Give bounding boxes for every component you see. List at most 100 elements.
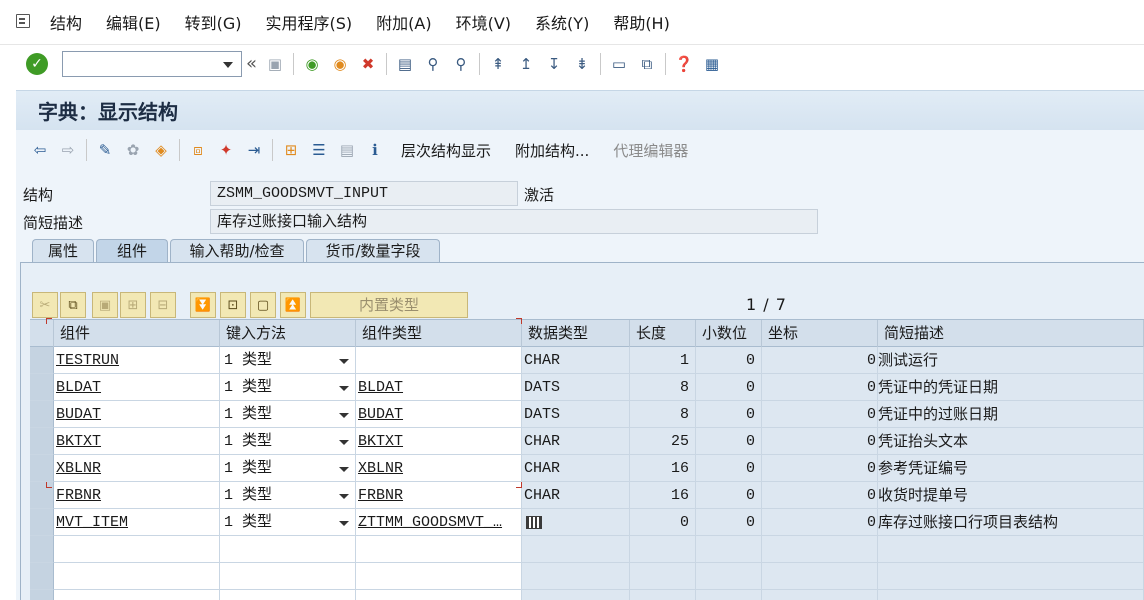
- cell-component-type[interactable]: ZTTMM_GOODSMVT_…: [356, 509, 522, 536]
- cell-component[interactable]: TESTRUN: [54, 347, 220, 374]
- command-dropdown-icon[interactable]: [223, 61, 233, 68]
- dropdown-arrow-icon[interactable]: [339, 386, 349, 391]
- menu-environment[interactable]: 环境(V): [456, 10, 511, 34]
- col-length[interactable]: 长度: [630, 320, 696, 347]
- cell-typing-method[interactable]: 1 类型: [220, 482, 356, 509]
- menu-system[interactable]: 系统(Y): [535, 10, 589, 34]
- empty-row[interactable]: [30, 563, 1144, 590]
- dropdown-arrow-icon[interactable]: [339, 440, 349, 445]
- row-selector[interactable]: [30, 536, 54, 563]
- cell-component-type[interactable]: BLDAT: [356, 374, 522, 401]
- cell-typing-method[interactable]: 1 类型: [220, 401, 356, 428]
- shortcut-icon[interactable]: ⧉: [635, 52, 659, 76]
- command-field[interactable]: [62, 50, 242, 77]
- collapse-icon[interactable]: ⏫: [280, 292, 306, 318]
- col-data-type[interactable]: 数据类型: [522, 320, 630, 347]
- row-selector-header[interactable]: [30, 320, 54, 347]
- save-icon[interactable]: ▣: [263, 52, 287, 76]
- hierarchy-icon[interactable]: ⊞: [279, 138, 303, 162]
- empty-row[interactable]: [30, 536, 1144, 563]
- exit-icon[interactable]: ◉: [328, 52, 352, 76]
- empty-cell[interactable]: [356, 536, 522, 563]
- empty-cell[interactable]: [220, 563, 356, 590]
- back-arrow-icon[interactable]: ⇦: [28, 138, 52, 162]
- table-row[interactable]: BUDAT 1 类型 BUDAT DATS 8 0 0 凭证中的过账日期: [30, 401, 1144, 428]
- cell-component[interactable]: BKTXT: [54, 428, 220, 455]
- row-selector[interactable]: [30, 374, 54, 401]
- first-page-icon[interactable]: ⇞: [486, 52, 510, 76]
- tab-components[interactable]: 组件: [96, 239, 168, 263]
- dropdown-arrow-icon[interactable]: [339, 494, 349, 499]
- stack-icon[interactable]: ☰: [307, 138, 331, 162]
- row-selector[interactable]: [30, 509, 54, 536]
- row-selector[interactable]: [30, 563, 54, 590]
- row-selector[interactable]: [30, 455, 54, 482]
- menu-structure[interactable]: 结构: [50, 10, 82, 34]
- prev-page-icon[interactable]: ↥: [514, 52, 538, 76]
- cut-icon[interactable]: ✂: [32, 292, 58, 318]
- table-row[interactable]: BKTXT 1 类型 BKTXT CHAR 25 0 0 凭证抬头文本: [30, 428, 1144, 455]
- cancel-icon[interactable]: ✖: [356, 52, 380, 76]
- col-typing-method[interactable]: 键入方法: [220, 320, 356, 347]
- hierarchy-display-button[interactable]: 层次结构显示: [401, 140, 491, 161]
- menu-help[interactable]: 帮助(H): [613, 10, 670, 34]
- cell-component[interactable]: XBLNR: [54, 455, 220, 482]
- empty-cell[interactable]: [54, 536, 220, 563]
- forward-arrow-icon[interactable]: ⇨: [56, 138, 80, 162]
- dropdown-arrow-icon[interactable]: [339, 521, 349, 526]
- empty-cell[interactable]: [220, 536, 356, 563]
- select-icon[interactable]: ⊡: [220, 292, 246, 318]
- empty-cell[interactable]: [54, 563, 220, 590]
- cell-typing-method[interactable]: 1 类型: [220, 455, 356, 482]
- find-icon[interactable]: ⚲: [421, 52, 445, 76]
- back-icon[interactable]: ◉: [300, 52, 324, 76]
- activate-icon[interactable]: ◈: [149, 138, 173, 162]
- cell-typing-method[interactable]: 1 类型: [220, 347, 356, 374]
- col-decimals[interactable]: 小数位: [696, 320, 762, 347]
- cell-component-type[interactable]: [356, 347, 522, 374]
- proxy-editor-button[interactable]: 代理编辑器: [613, 140, 688, 161]
- cell-component-type[interactable]: FRBNR: [356, 482, 522, 509]
- expand-icon[interactable]: ⏬: [190, 292, 216, 318]
- cell-component-type[interactable]: XBLNR: [356, 455, 522, 482]
- info-icon[interactable]: ℹ: [363, 138, 387, 162]
- append-structure-button[interactable]: 附加结构...: [515, 140, 589, 161]
- delete-row-icon[interactable]: ⊟: [150, 292, 176, 318]
- tab-input-help[interactable]: 输入帮助/检查: [170, 239, 304, 263]
- empty-cell[interactable]: [356, 563, 522, 590]
- cell-component[interactable]: BLDAT: [54, 374, 220, 401]
- command-input[interactable]: [63, 51, 213, 76]
- col-coordinate[interactable]: 坐标: [762, 320, 878, 347]
- builtin-type-button[interactable]: 内置类型: [310, 292, 468, 318]
- collapse-icon[interactable]: «: [246, 53, 257, 74]
- cell-component-type[interactable]: BUDAT: [356, 401, 522, 428]
- cell-typing-method[interactable]: 1 类型: [220, 374, 356, 401]
- empty-row[interactable]: [30, 590, 1144, 600]
- cell-component[interactable]: MVT_ITEM: [54, 509, 220, 536]
- menu-goto[interactable]: 转到(G): [185, 10, 242, 34]
- col-short-description[interactable]: 简短描述: [878, 320, 1144, 347]
- dropdown-arrow-icon[interactable]: [339, 413, 349, 418]
- cell-component-type[interactable]: BKTXT: [356, 428, 522, 455]
- find-next-icon[interactable]: ⚲: [449, 52, 473, 76]
- empty-cell[interactable]: [356, 590, 522, 600]
- dropdown-arrow-icon[interactable]: [339, 467, 349, 472]
- cell-typing-method[interactable]: 1 类型: [220, 428, 356, 455]
- menu-extras[interactable]: 附加(A): [376, 10, 431, 34]
- copy-icon[interactable]: ⧉: [60, 292, 86, 318]
- table-row[interactable]: XBLNR 1 类型 XBLNR CHAR 16 0 0 参考凭证编号: [30, 455, 1144, 482]
- row-selector[interactable]: [30, 347, 54, 374]
- where-used-icon[interactable]: ✦: [214, 138, 238, 162]
- tab-attributes[interactable]: 属性: [32, 239, 94, 263]
- enter-checkmark-icon[interactable]: ✓: [26, 52, 48, 75]
- insert-row-icon[interactable]: ⊞: [120, 292, 146, 318]
- table-row[interactable]: MVT_ITEM 1 类型 ZTTMM_GOODSMVT_… 0 0 0 库存过…: [30, 509, 1144, 536]
- help-icon[interactable]: ❓: [672, 52, 696, 76]
- tab-currency-quantity[interactable]: 货币/数量字段: [306, 239, 440, 263]
- cell-component[interactable]: FRBNR: [54, 482, 220, 509]
- dropdown-arrow-icon[interactable]: [339, 359, 349, 364]
- row-selector[interactable]: [30, 428, 54, 455]
- object-list-icon[interactable]: ⇥: [242, 138, 266, 162]
- menu-edit[interactable]: 编辑(E): [106, 10, 161, 34]
- cell-typing-method[interactable]: 1 类型: [220, 509, 356, 536]
